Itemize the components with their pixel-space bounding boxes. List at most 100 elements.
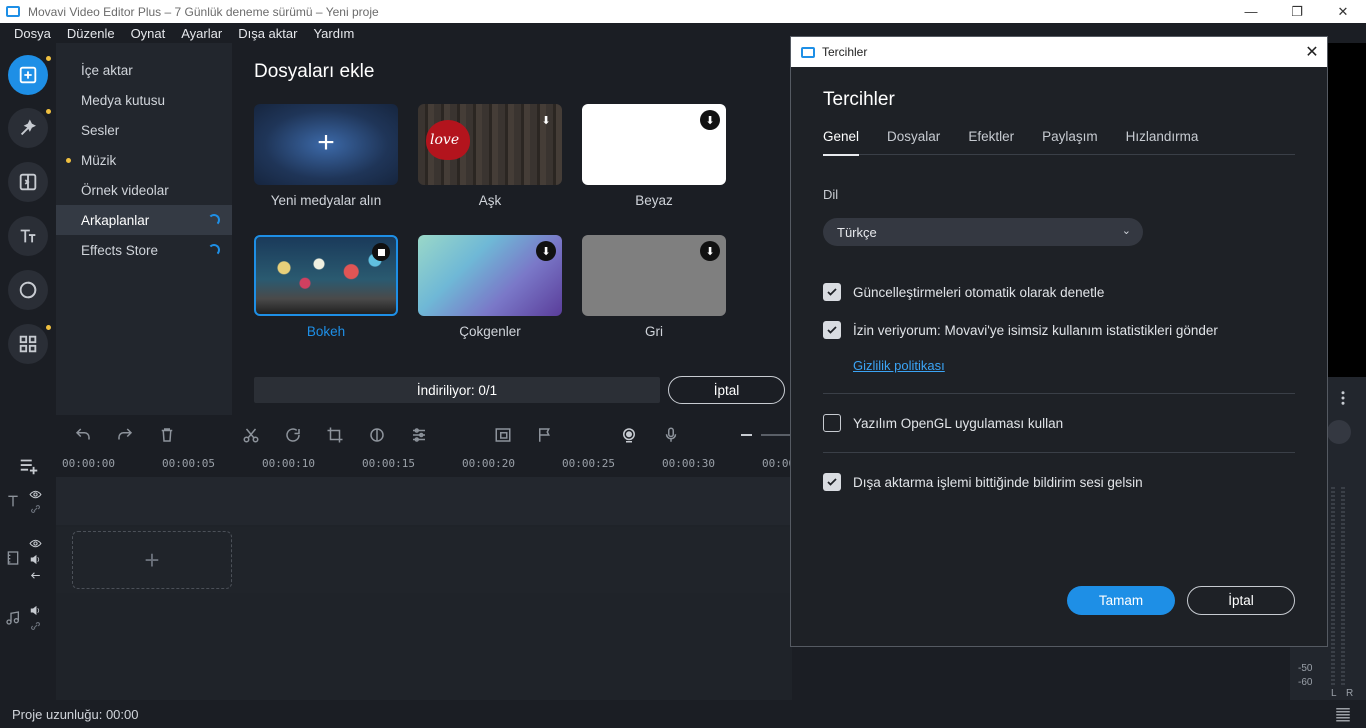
menu-dosya[interactable]: Dosya (6, 26, 59, 41)
cancel-button[interactable]: İptal (1187, 586, 1295, 615)
dialog-close-button[interactable]: ✕ (1297, 37, 1327, 67)
zoom-out-icon[interactable] (741, 434, 752, 436)
webcam-icon[interactable] (620, 426, 638, 444)
preferences-dialog: Tercihler ✕ Tercihler Genel Dosyalar Efe… (790, 36, 1328, 647)
microphone-icon[interactable] (662, 426, 680, 444)
visibility-eye-icon[interactable] (29, 488, 42, 501)
tile-gri[interactable]: ⬇ Gri (582, 235, 726, 339)
undo-icon[interactable] (74, 426, 92, 444)
magic-wand-icon (20, 119, 37, 136)
track-headers (0, 459, 56, 700)
cancel-download-button[interactable]: İptal (668, 376, 785, 404)
add-track-icon[interactable] (18, 455, 40, 477)
level-meter-right (1341, 487, 1345, 687)
download-icon[interactable]: ⬇ (536, 241, 556, 261)
tile-cokgenler[interactable]: ⬇ Çokgenler (418, 235, 562, 339)
menu-disa-aktar[interactable]: Dışa aktar (230, 26, 305, 41)
tab-dosyalar[interactable]: Dosyalar (887, 129, 940, 155)
menu-yardim[interactable]: Yardım (305, 26, 362, 41)
project-length: Proje uzunluğu: 00:00 (12, 706, 139, 722)
visibility-eye-icon[interactable] (29, 537, 42, 550)
ok-button[interactable]: Tamam (1067, 586, 1175, 615)
menu-duzenle[interactable]: Düzenle (59, 26, 123, 41)
volume-icon[interactable] (29, 553, 42, 566)
stop-download-icon[interactable] (372, 243, 390, 261)
tile-label: Aşk (478, 193, 502, 208)
list-view-icon[interactable] (1334, 705, 1352, 723)
category-arkaplanlar-label: Arkaplanlar (81, 212, 150, 228)
more-options-icon[interactable] (1334, 387, 1352, 409)
language-select[interactable]: Türkçe ⌄ (823, 218, 1143, 246)
checkmark-icon (827, 288, 837, 296)
tile-label: Beyaz (635, 193, 673, 208)
tab-hizlandirma[interactable]: Hızlandırma (1126, 129, 1199, 155)
marker-flag-icon[interactable] (536, 426, 554, 444)
privacy-policy-link[interactable]: Gizlilik politikası (853, 358, 945, 373)
category-medya-kutusu[interactable]: Medya kutusu (56, 85, 232, 115)
option-auto-update[interactable]: Güncelleştirmeleri otomatik olarak denet… (823, 283, 1104, 301)
tile-ask[interactable]: love ⬇ Aşk (418, 104, 562, 208)
tile-new-media[interactable]: + Yeni medyalar alın (254, 104, 398, 208)
category-muzik[interactable]: Müzik (56, 145, 232, 175)
language-value: Türkçe (837, 224, 877, 240)
tab-paylasim[interactable]: Paylaşım (1042, 129, 1098, 155)
restore-button[interactable]: ❐ (1274, 0, 1320, 23)
category-muzik-label: Müzik (81, 152, 117, 168)
media-content: Dosyaları ekle + Yeni medyalar alın love… (232, 43, 792, 415)
close-button[interactable]: ✕ (1320, 0, 1366, 23)
download-icon[interactable]: ⬇ (536, 110, 556, 130)
tile-beyaz[interactable]: ⬇ Beyaz (582, 104, 726, 208)
filters-tool-button[interactable] (8, 270, 48, 310)
crop-icon[interactable] (326, 426, 344, 444)
tab-genel[interactable]: Genel (823, 129, 860, 156)
clip-properties-icon[interactable] (410, 426, 428, 444)
menu-oynat[interactable]: Oynat (123, 26, 174, 41)
category-ice-aktar[interactable]: İçe aktar (56, 55, 232, 85)
category-sesler[interactable]: Sesler (56, 115, 232, 145)
arrow-left-icon[interactable] (29, 569, 42, 582)
option-usage-stats[interactable]: İzin veriyorum: Movavi'ye isimsiz kullan… (823, 321, 1218, 339)
audio-track[interactable] (56, 595, 792, 700)
dialog-window-title: Tercihler (822, 45, 868, 59)
beyaz-thumbnail: ⬇ (582, 104, 726, 185)
download-icon[interactable]: ⬇ (700, 110, 720, 130)
chevron-down-icon[interactable] (1327, 420, 1351, 444)
checkbox-usage-stats[interactable] (823, 321, 841, 339)
checkbox-export-sound[interactable] (823, 473, 841, 491)
drop-media-zone[interactable]: + (72, 531, 232, 589)
category-arkaplanlar[interactable]: Arkaplanlar (56, 205, 232, 235)
import-tool-button[interactable] (8, 55, 51, 95)
cut-icon[interactable] (242, 426, 260, 444)
overlay-icon[interactable] (494, 426, 512, 444)
magic-wand-tool-button[interactable] (8, 108, 51, 148)
minimize-button[interactable]: — (1228, 0, 1274, 23)
new-media-thumbnail: + (254, 104, 398, 185)
category-effects-store[interactable]: Effects Store (56, 235, 232, 265)
more-tools-button[interactable] (8, 324, 51, 364)
ruler-label: 00:00:30 (662, 457, 715, 470)
link-icon[interactable] (29, 503, 42, 516)
redo-icon[interactable] (116, 426, 134, 444)
option-software-opengl[interactable]: Yazılım OpenGL uygulaması kullan (823, 414, 1063, 432)
title-track[interactable] (56, 477, 792, 525)
checkbox-software-opengl[interactable] (823, 414, 841, 432)
dialog-heading: Tercihler (823, 89, 895, 110)
window-title: Movavi Video Editor Plus – 7 Günlük dene… (28, 4, 379, 19)
gri-thumbnail: ⬇ (582, 235, 726, 316)
transitions-tool-button[interactable] (8, 162, 48, 202)
download-icon[interactable]: ⬇ (700, 241, 720, 261)
tab-efektler[interactable]: Efektler (968, 129, 1014, 155)
menu-ayarlar[interactable]: Ayarlar (173, 26, 230, 41)
category-ornek-videolar[interactable]: Örnek videolar (56, 175, 232, 205)
tile-bokeh[interactable]: Bokeh (254, 235, 398, 339)
delete-icon[interactable] (158, 426, 176, 444)
option-export-sound[interactable]: Dışa aktarma işlemi bittiğinde bildirim … (823, 473, 1143, 491)
zoom-slider[interactable] (761, 434, 792, 436)
checkbox-auto-update[interactable] (823, 283, 841, 301)
link-icon[interactable] (29, 620, 42, 633)
titles-tool-button[interactable] (8, 216, 48, 256)
tile-label: Çokgenler (459, 324, 521, 339)
volume-icon[interactable] (29, 604, 42, 617)
rotate-icon[interactable] (284, 426, 302, 444)
color-adjust-icon[interactable] (368, 426, 386, 444)
